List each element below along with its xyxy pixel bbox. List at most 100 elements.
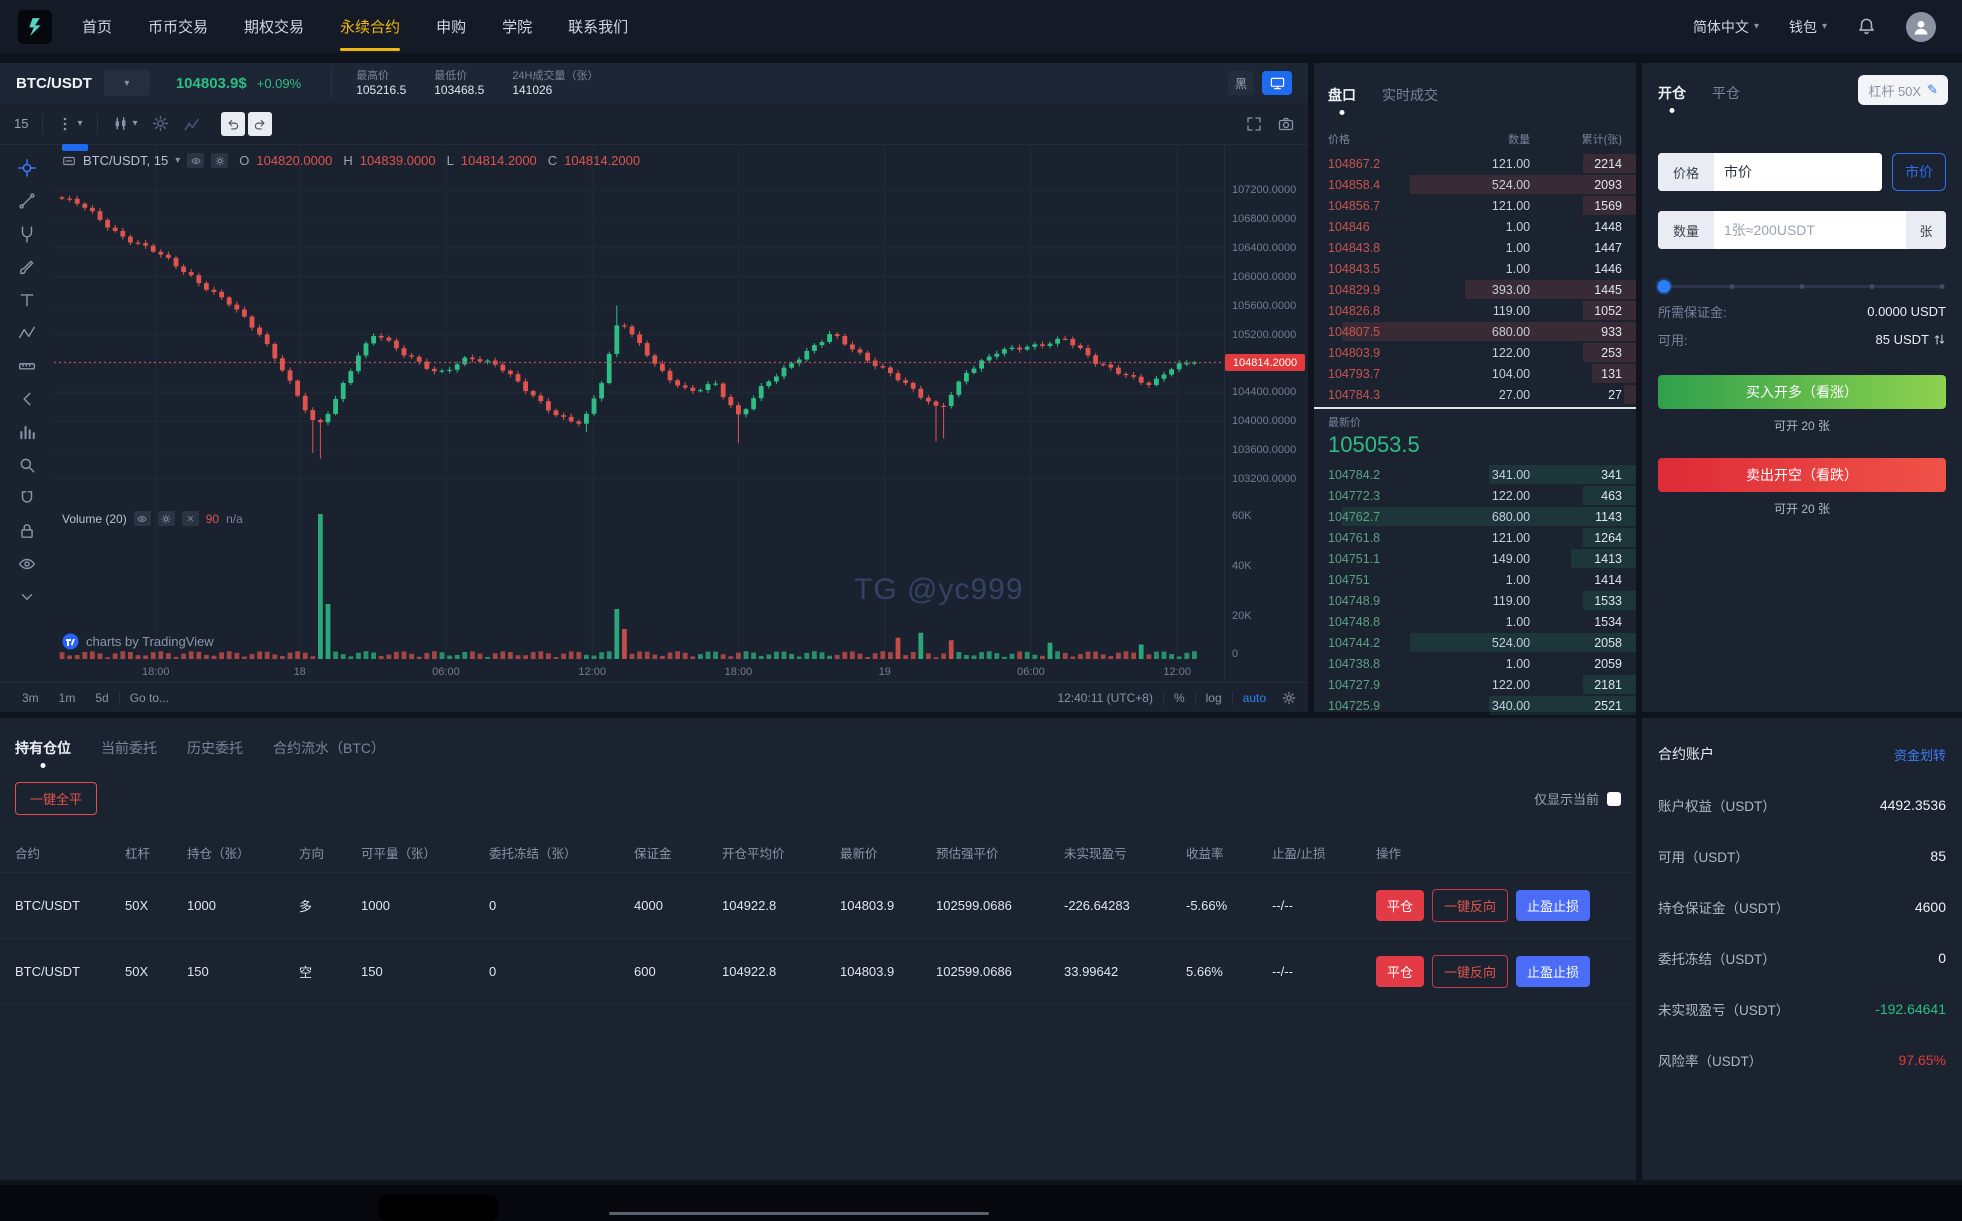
bell-icon[interactable]: [1857, 17, 1876, 36]
buy-long-button[interactable]: 买入开多（看涨）: [1658, 375, 1946, 409]
tradingview-credit[interactable]: charts by TradingView: [62, 633, 214, 650]
chart-settings-icon[interactable]: [152, 115, 169, 132]
fullscreen-icon[interactable]: [1246, 116, 1262, 132]
tab-历史委托[interactable]: 历史委托: [187, 738, 243, 766]
bid-row[interactable]: 104761.8 121.00 1264: [1328, 527, 1636, 548]
bid-row[interactable]: 104727.9 122.00 2181: [1328, 674, 1636, 695]
ask-row[interactable]: 104843.5 1.00 1446: [1328, 258, 1622, 279]
range-button-1m[interactable]: 1m: [49, 691, 86, 705]
pitchfork-icon[interactable]: [18, 225, 36, 243]
only-current-toggle[interactable]: 仅显示当前: [1534, 789, 1621, 808]
crosshair-icon[interactable]: [18, 159, 36, 177]
bid-row[interactable]: 104772.3 122.00 463: [1328, 485, 1636, 506]
language-select[interactable]: 简体中文 ▾: [1693, 17, 1759, 37]
arrow-back-icon[interactable]: [18, 390, 36, 408]
quantity-slider[interactable]: [1657, 279, 1945, 293]
close-position-button[interactable]: 平仓: [1376, 890, 1425, 921]
legend-eye-button[interactable]: [187, 153, 205, 168]
redo-button[interactable]: [247, 111, 272, 136]
nav-item-永续合约[interactable]: 永续合约: [340, 0, 401, 53]
nav-item-首页[interactable]: 首页: [82, 0, 112, 53]
bid-row[interactable]: 104784.2 341.00 341: [1328, 464, 1636, 485]
volume-close-button[interactable]: [181, 511, 199, 526]
pattern-icon[interactable]: [18, 324, 36, 342]
range-button-5d[interactable]: 5d: [85, 691, 118, 705]
bid-row[interactable]: 104744.2 524.00 2058: [1328, 632, 1636, 653]
leverage-chip[interactable]: 杠杆 50X ✎: [1858, 75, 1948, 105]
bid-row[interactable]: 104762.7 680.00 1143: [1328, 506, 1636, 527]
market-price-button[interactable]: 市价: [1892, 153, 1946, 191]
tab-当前委托[interactable]: 当前委托: [101, 738, 157, 766]
slider-handle[interactable]: [1657, 280, 1671, 293]
time-axis[interactable]: 18:00 18 06:00 12:00 18:00 19 06:00 12:00: [54, 662, 1224, 682]
log-scale-button[interactable]: log: [1196, 691, 1232, 705]
bid-row[interactable]: 104738.8 1.00 2059: [1328, 653, 1622, 674]
bid-row[interactable]: 104748.8 1.00 1534: [1328, 611, 1622, 632]
chart-style-button[interactable]: [1262, 71, 1292, 95]
tp-sl-button[interactable]: 止盈止损: [1516, 890, 1591, 921]
price-input[interactable]: [1714, 153, 1882, 191]
close-position-button[interactable]: 平仓: [1376, 956, 1425, 987]
auto-scale-button[interactable]: auto: [1233, 691, 1276, 705]
clock-label[interactable]: 12:40:11 (UTC+8): [1047, 691, 1163, 705]
volume-title[interactable]: Volume (20): [62, 512, 127, 526]
chevron-down-icon[interactable]: ▾: [175, 155, 180, 166]
volume-settings-button[interactable]: [157, 511, 175, 526]
nav-item-申购[interactable]: 申购: [436, 0, 466, 53]
price-axis[interactable]: 107200.0000 106800.0000 106400.0000 106000.…: [1224, 145, 1308, 682]
footer-settings-icon[interactable]: [1282, 691, 1296, 705]
bid-row[interactable]: 104748.9 119.00 1533: [1328, 590, 1636, 611]
ask-row[interactable]: 104846 1.00 1448: [1328, 216, 1622, 237]
reverse-position-button[interactable]: 一键反向: [1432, 955, 1509, 988]
tab-持有仓位[interactable]: 持有仓位: [15, 738, 71, 766]
bid-row[interactable]: 104751.1 149.00 1413: [1328, 548, 1636, 569]
transfer-icon[interactable]: [1933, 333, 1946, 346]
quantity-input[interactable]: [1714, 211, 1906, 249]
ask-row[interactable]: 104826.8 119.00 1052: [1328, 300, 1636, 321]
ask-row[interactable]: 104803.9 122.00 253: [1328, 342, 1636, 363]
theme-toggle-button[interactable]: 黑: [1228, 71, 1254, 95]
nav-item-学院[interactable]: 学院: [502, 0, 532, 53]
ask-row[interactable]: 104784.3 27.00 27: [1328, 384, 1636, 405]
undo-button[interactable]: [220, 111, 245, 136]
brush-icon[interactable]: [18, 258, 36, 276]
collapse-icon[interactable]: [62, 154, 76, 168]
chevron-down-icon[interactable]: [18, 588, 36, 606]
nav-item-期权交易[interactable]: 期权交易: [244, 0, 304, 53]
close-all-button[interactable]: 一键全平: [15, 782, 98, 815]
only-current-checkbox[interactable]: [1607, 791, 1621, 806]
ask-row[interactable]: 104867.2 121.00 2214: [1328, 153, 1636, 174]
goto-button[interactable]: Go to...: [120, 691, 179, 705]
magnet-icon[interactable]: [18, 489, 36, 507]
ask-row[interactable]: 104856.7 121.00 1569: [1328, 195, 1636, 216]
columns-icon[interactable]: [18, 423, 36, 441]
indicators-icon[interactable]: [183, 115, 201, 133]
ask-row[interactable]: 104858.4 524.00 2093: [1328, 174, 1636, 195]
legend-settings-button[interactable]: [211, 153, 229, 168]
avatar[interactable]: [1906, 11, 1936, 42]
trendline-icon[interactable]: [18, 192, 36, 210]
bid-row[interactable]: 104725.9 340.00 2521: [1328, 695, 1636, 716]
tab-open-position[interactable]: 开仓: [1658, 83, 1686, 111]
text-icon[interactable]: [18, 291, 36, 309]
ask-row[interactable]: 104829.9 393.00 1445: [1328, 279, 1636, 300]
ask-row[interactable]: 104843.8 1.00 1447: [1328, 237, 1622, 258]
screenshot-icon[interactable]: [1278, 116, 1294, 132]
range-button-3m[interactable]: 3m: [12, 691, 49, 705]
brand-logo[interactable]: [18, 9, 52, 44]
tab-合约流水（BTC）[interactable]: 合约流水（BTC）: [273, 738, 385, 766]
zoom-icon[interactable]: [18, 456, 36, 474]
reverse-position-button[interactable]: 一键反向: [1432, 889, 1509, 922]
volume-eye-button[interactable]: [133, 511, 151, 526]
eye-icon[interactable]: [18, 555, 36, 573]
nav-item-币币交易[interactable]: 币币交易: [148, 0, 208, 53]
pair-selector[interactable]: ▾: [103, 70, 150, 96]
transfer-link[interactable]: 资金划转: [1894, 745, 1946, 764]
timeframe-button[interactable]: 15: [14, 116, 28, 131]
ask-row[interactable]: 104793.7 104.00 131: [1328, 363, 1636, 384]
tab-trades[interactable]: 实时成交: [1382, 85, 1438, 113]
candle-type-button[interactable]: ▾: [112, 115, 138, 132]
bid-row[interactable]: 104751 1.00 1414: [1328, 569, 1622, 590]
intervals-menu-button[interactable]: ▾: [57, 116, 83, 132]
percent-scale-button[interactable]: %: [1164, 691, 1195, 705]
